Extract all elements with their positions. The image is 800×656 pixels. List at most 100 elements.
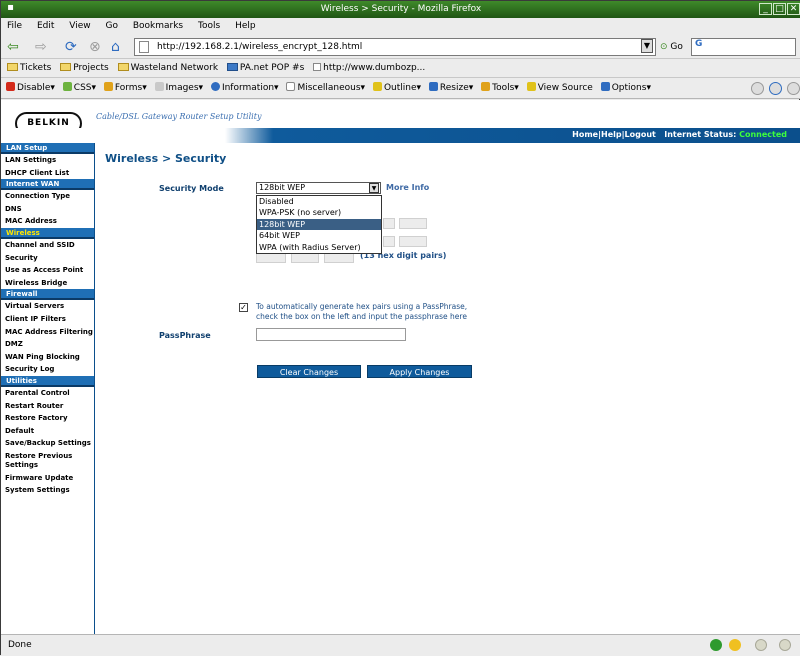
security-status-icon[interactable] [710,639,722,651]
status-text: Done [8,640,32,650]
dev-status-js-icon[interactable] [787,82,800,95]
sidebar-item-lan-settings[interactable]: LAN Settings [1,154,94,167]
dev-view-source[interactable]: View Source [526,82,593,93]
window-title: Wireless > Security - Mozilla Firefox [320,4,482,14]
dev-options[interactable]: Options▾ [600,82,651,93]
dev-status-css-icon[interactable] [751,82,764,95]
update-icon[interactable] [729,639,741,651]
key-field[interactable] [399,236,427,247]
sidebar-item-dns[interactable]: DNS [1,203,94,216]
sidebar-item-restore-factory[interactable]: Restore Factory Default [1,412,94,437]
menu-file[interactable]: File [7,21,22,31]
sidebar-item-dmz[interactable]: DMZ [1,338,94,351]
weather-icon[interactable] [755,639,767,651]
security-mode-select[interactable]: 128bit WEP ▼ [256,182,381,194]
sidebar-item-dhcp-client-list[interactable]: DHCP Client List [1,167,94,180]
passphrase-input[interactable] [256,328,406,341]
option-128bit-wep[interactable]: 128bit WEP [257,218,381,231]
sidebar-item-restart-router[interactable]: Restart Router [1,400,94,413]
menu-go[interactable]: Go [105,21,117,31]
security-mode-label: Security Mode [159,184,224,193]
close-icon[interactable]: ✕ [787,3,800,15]
option-wpa-radius[interactable]: WPA (with Radius Server) [257,242,381,253]
logout-link[interactable]: Logout [625,130,656,139]
passphrase-checkbox[interactable]: ✓ [239,303,248,312]
more-info-link[interactable]: More Info [386,183,429,192]
dev-status-info-icon[interactable] [769,82,782,95]
option-disabled[interactable]: Disabled [257,196,381,207]
bookmarks-toolbar: Tickets Projects Wasteland Network PA.ne… [1,59,800,78]
passphrase-label: PassPhrase [159,331,211,340]
dev-disable[interactable]: Disable▾ [6,82,55,93]
menu-view[interactable]: View [69,21,90,31]
sidebar-item-restore-previous[interactable]: Restore Previous Settings [1,450,94,472]
sidebar-head-wireless: Wireless [1,227,94,239]
home-link[interactable]: Home [572,130,598,139]
dev-resize[interactable]: Resize▾ [428,82,473,93]
option-wpa-psk[interactable]: WPA-PSK (no server) [257,207,381,218]
go-button[interactable]: ⊙ Go [660,38,683,56]
outline-icon [372,82,382,91]
search-input[interactable]: G [691,38,796,56]
sidebar-item-channel-ssid[interactable]: Channel and SSID [1,239,94,252]
sidebar-item-connection-type[interactable]: Connection Type [1,190,94,203]
bookmark-wasteland[interactable]: Wasteland Network [117,63,218,73]
sidebar-item-system-settings[interactable]: System Settings [1,484,94,497]
folder-icon [117,63,129,71]
menu-help[interactable]: Help [235,21,256,31]
sidebar-item-parental-control[interactable]: Parental Control [1,387,94,400]
bookmark-projects[interactable]: Projects [60,63,109,73]
menu-edit[interactable]: Edit [37,21,54,31]
bookmark-panet[interactable]: PA.net POP #s [226,63,304,73]
maximize-icon[interactable]: □ [773,3,786,15]
forward-icon[interactable]: ⇨ [35,38,47,56]
minimize-icon[interactable]: _ [759,3,772,15]
page-icon [313,63,322,71]
dev-miscellaneous[interactable]: Miscellaneous▾ [286,82,365,93]
dev-images[interactable]: Images▾ [154,82,203,93]
clear-changes-button[interactable]: Clear Changes [257,365,361,378]
weather-forecast-icon[interactable] [779,639,791,651]
url-dropdown-icon[interactable]: ▼ [641,39,653,53]
menu-tools[interactable]: Tools [198,21,220,31]
sidebar-head-firewall: Firewall [1,289,94,301]
url-field[interactable]: http://192.168.2.1/wireless_encrypt_128.… [134,38,656,56]
key-field[interactable] [383,218,395,229]
menu-bookmarks[interactable]: Bookmarks [133,21,183,31]
browser-window: Wireless > Security - Mozilla Firefox ▪ … [0,0,800,656]
sidebar-item-access-point[interactable]: Use as Access Point [1,264,94,277]
key-field[interactable] [399,218,427,229]
help-link[interactable]: Help [601,130,622,139]
bookmark-tickets[interactable]: Tickets [7,63,51,73]
security-mode-value: 128bit WEP [259,183,306,192]
sidebar-item-mac-address[interactable]: MAC Address [1,215,94,228]
back-icon[interactable]: ⇦ [7,38,19,56]
folder-icon [60,63,72,71]
sidebar-item-wireless-bridge[interactable]: Wireless Bridge [1,277,94,290]
site-icon [226,63,238,71]
dev-forms[interactable]: Forms▾ [103,82,147,93]
reload-icon[interactable]: ⟳ [65,38,77,56]
sidebar-item-wan-ping-blocking[interactable]: WAN Ping Blocking [1,351,94,364]
sidebar-item-security[interactable]: Security [1,252,94,265]
bookmark-dumbozp[interactable]: http://www.dumbozp... [313,63,425,73]
sidebar-item-firmware-update[interactable]: Firmware Update [1,472,94,485]
view-source-icon [526,82,536,91]
dev-outline[interactable]: Outline▾ [372,82,421,93]
apply-changes-button[interactable]: Apply Changes [367,365,472,378]
sidebar-item-virtual-servers[interactable]: Virtual Servers [1,300,94,313]
dev-tools[interactable]: Tools▾ [481,82,519,93]
sidebar-item-mac-filtering[interactable]: MAC Address Filtering [1,326,94,339]
dev-information[interactable]: Information▾ [210,82,279,93]
dev-css[interactable]: CSS▾ [62,82,96,93]
tools-icon [481,82,491,91]
stop-icon[interactable]: ⊗ [89,38,101,56]
key-field[interactable] [383,236,395,247]
option-64bit-wep[interactable]: 64bit WEP [257,230,381,241]
home-icon[interactable]: ⌂ [111,38,120,56]
sidebar-item-client-ip-filters[interactable]: Client IP Filters [1,313,94,326]
sidebar-item-save-backup[interactable]: Save/Backup Settings [1,437,94,450]
sidebar-item-security-log[interactable]: Security Log [1,363,94,376]
window-menu-icon[interactable]: ▪ [4,3,17,15]
search-engine-icon: G [695,39,703,49]
